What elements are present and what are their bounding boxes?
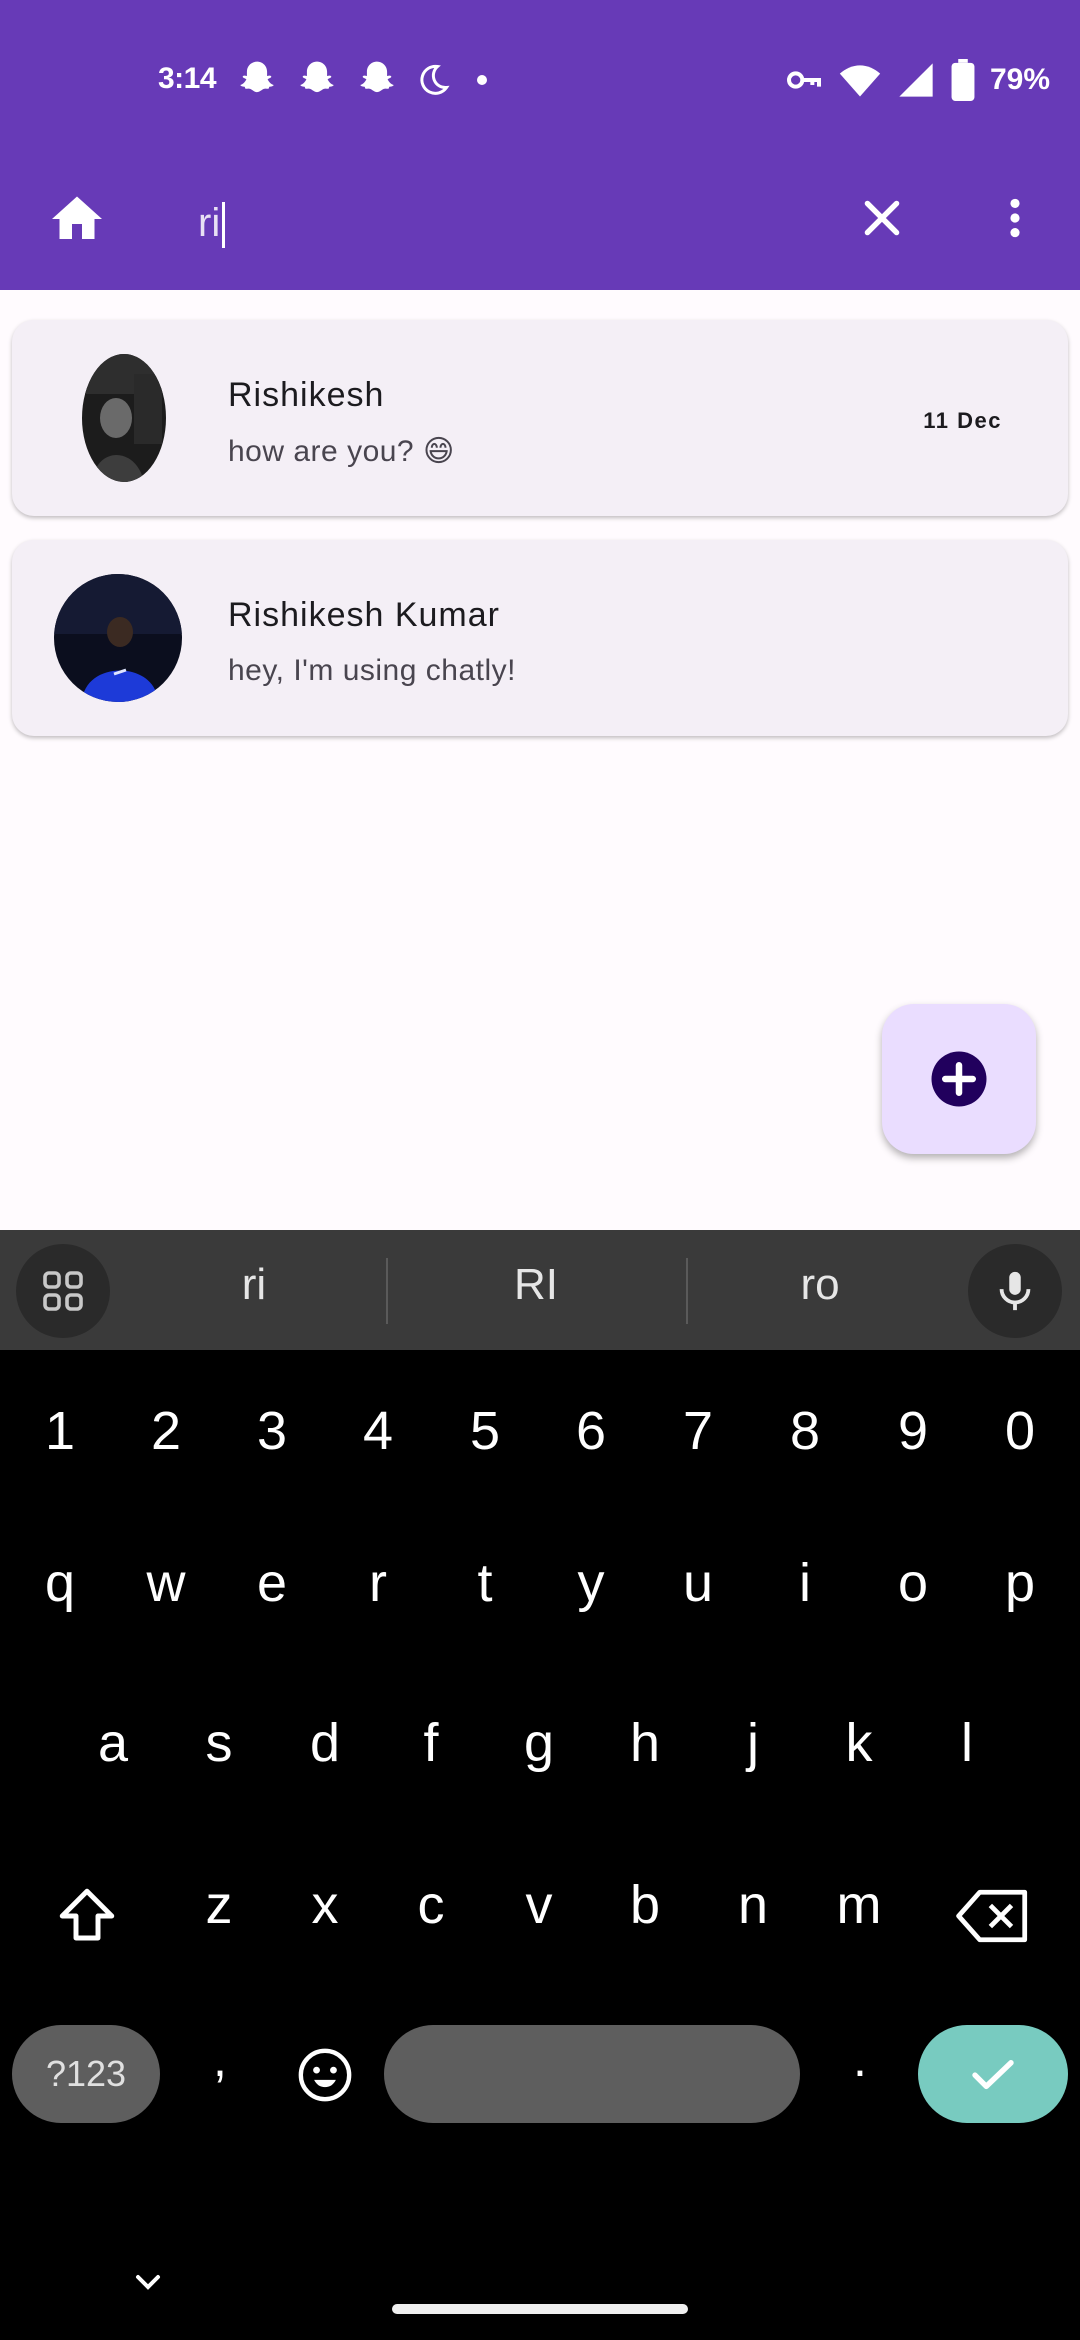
- key[interactable]: c: [386, 1874, 476, 1936]
- key[interactable]: s: [174, 1712, 264, 1774]
- key[interactable]: r: [333, 1552, 423, 1614]
- period-key[interactable]: .: [830, 2030, 890, 2088]
- notification-icons: [235, 58, 497, 102]
- suggestion-bar: ri RI ro: [0, 1230, 1080, 1350]
- key[interactable]: 3: [227, 1400, 317, 1462]
- chat-list-item[interactable]: Rishikesh how are you? 😄 11 Dec: [12, 320, 1068, 516]
- voice-input-button[interactable]: [968, 1244, 1062, 1338]
- check-icon: [972, 2060, 1014, 2090]
- app-bar: ri: [0, 166, 1080, 290]
- key[interactable]: o: [868, 1552, 958, 1614]
- add-circle-icon: [931, 1051, 987, 1107]
- backspace-icon: [956, 1889, 1028, 1943]
- emoji-key[interactable]: [290, 2040, 360, 2110]
- chat-date: 11 Dec: [923, 408, 1002, 433]
- suggestion[interactable]: RI: [436, 1260, 636, 1310]
- key[interactable]: 9: [868, 1400, 958, 1462]
- chat-name: Rishikesh Kumar: [228, 596, 500, 634]
- shift-icon: [59, 1888, 115, 1941]
- key[interactable]: 2: [121, 1400, 211, 1462]
- battery-icon: [951, 59, 975, 101]
- chat-last-message: how are you? 😄: [228, 435, 455, 468]
- key[interactable]: h: [600, 1712, 690, 1774]
- status-time: 3:14: [158, 62, 217, 95]
- keyboard-menu-button[interactable]: [16, 1244, 110, 1338]
- key[interactable]: m: [814, 1874, 904, 1936]
- key[interactable]: 8: [760, 1400, 850, 1462]
- backspace-key[interactable]: [950, 1876, 1036, 1956]
- text-caret: [222, 202, 226, 249]
- snapchat-icon: [240, 61, 274, 93]
- chat-name: Rishikesh: [228, 376, 385, 414]
- battery-percent: 79%: [989, 63, 1050, 96]
- status-bar: 3:14 79%: [0, 0, 1080, 166]
- avatar: [82, 354, 166, 482]
- key[interactable]: e: [227, 1552, 317, 1614]
- key[interactable]: 6: [546, 1400, 636, 1462]
- key[interactable]: b: [600, 1874, 690, 1936]
- key[interactable]: i: [760, 1552, 850, 1614]
- key[interactable]: f: [386, 1712, 476, 1774]
- more-vert-icon: [1010, 198, 1020, 238]
- mic-icon: [999, 1271, 1031, 1311]
- avatar: [54, 574, 182, 702]
- chat-list-item[interactable]: Rishikesh Kumar hey, I'm using chatly!: [12, 540, 1068, 736]
- apps-grid-icon: [43, 1271, 83, 1311]
- chevron-down-icon: [136, 2275, 160, 2290]
- wifi-icon: [839, 65, 881, 97]
- key[interactable]: 7: [653, 1400, 743, 1462]
- moon-icon: [420, 64, 450, 95]
- key[interactable]: w: [121, 1552, 211, 1614]
- symbols-key[interactable]: ?123: [12, 2025, 160, 2123]
- search-input[interactable]: ri: [198, 188, 226, 258]
- shift-key[interactable]: [44, 1876, 130, 1956]
- key[interactable]: j: [708, 1712, 798, 1774]
- suggestion[interactable]: ri: [154, 1260, 354, 1310]
- signal-icon: [899, 63, 933, 97]
- new-chat-fab[interactable]: [882, 1004, 1036, 1154]
- key[interactable]: y: [546, 1552, 636, 1614]
- hide-keyboard-button[interactable]: [126, 2260, 170, 2304]
- gesture-nav-bar[interactable]: [392, 2304, 688, 2314]
- soft-keyboard: ri RI ro 1 2 3 4 5 6 7 8 9 0 q w e r t y…: [0, 1230, 1080, 2340]
- key[interactable]: l: [922, 1712, 1012, 1774]
- key[interactable]: d: [280, 1712, 370, 1774]
- divider: [386, 1258, 388, 1324]
- key[interactable]: 0: [975, 1400, 1065, 1462]
- key-icon: [786, 71, 821, 89]
- comma-key[interactable]: ,: [190, 2030, 250, 2088]
- key[interactable]: n: [708, 1874, 798, 1936]
- key[interactable]: a: [68, 1712, 158, 1774]
- home-icon: [52, 196, 102, 239]
- dot-icon: [477, 75, 487, 85]
- key[interactable]: g: [494, 1712, 584, 1774]
- key[interactable]: 4: [333, 1400, 423, 1462]
- key[interactable]: u: [653, 1552, 743, 1614]
- enter-key[interactable]: [918, 2025, 1068, 2123]
- more-options-button[interactable]: [990, 186, 1040, 250]
- key[interactable]: x: [280, 1874, 370, 1936]
- key[interactable]: q: [15, 1552, 105, 1614]
- close-icon: [864, 200, 900, 236]
- emoji-icon: [298, 2048, 352, 2102]
- space-key[interactable]: [384, 2025, 800, 2123]
- home-button[interactable]: [44, 186, 110, 252]
- key[interactable]: t: [440, 1552, 530, 1614]
- suggestion[interactable]: ro: [720, 1260, 920, 1310]
- key[interactable]: z: [174, 1874, 264, 1936]
- search-input-value: ri: [198, 201, 221, 245]
- system-icons: 79%: [784, 58, 1050, 102]
- clear-search-button[interactable]: [852, 186, 912, 250]
- divider: [686, 1258, 688, 1324]
- key[interactable]: 1: [15, 1400, 105, 1462]
- key[interactable]: v: [494, 1874, 584, 1936]
- key[interactable]: p: [975, 1552, 1065, 1614]
- snapchat-icon: [300, 61, 334, 93]
- key[interactable]: 5: [440, 1400, 530, 1462]
- snapchat-icon: [360, 61, 394, 93]
- key[interactable]: k: [814, 1712, 904, 1774]
- chat-last-message: hey, I'm using chatly!: [228, 654, 516, 687]
